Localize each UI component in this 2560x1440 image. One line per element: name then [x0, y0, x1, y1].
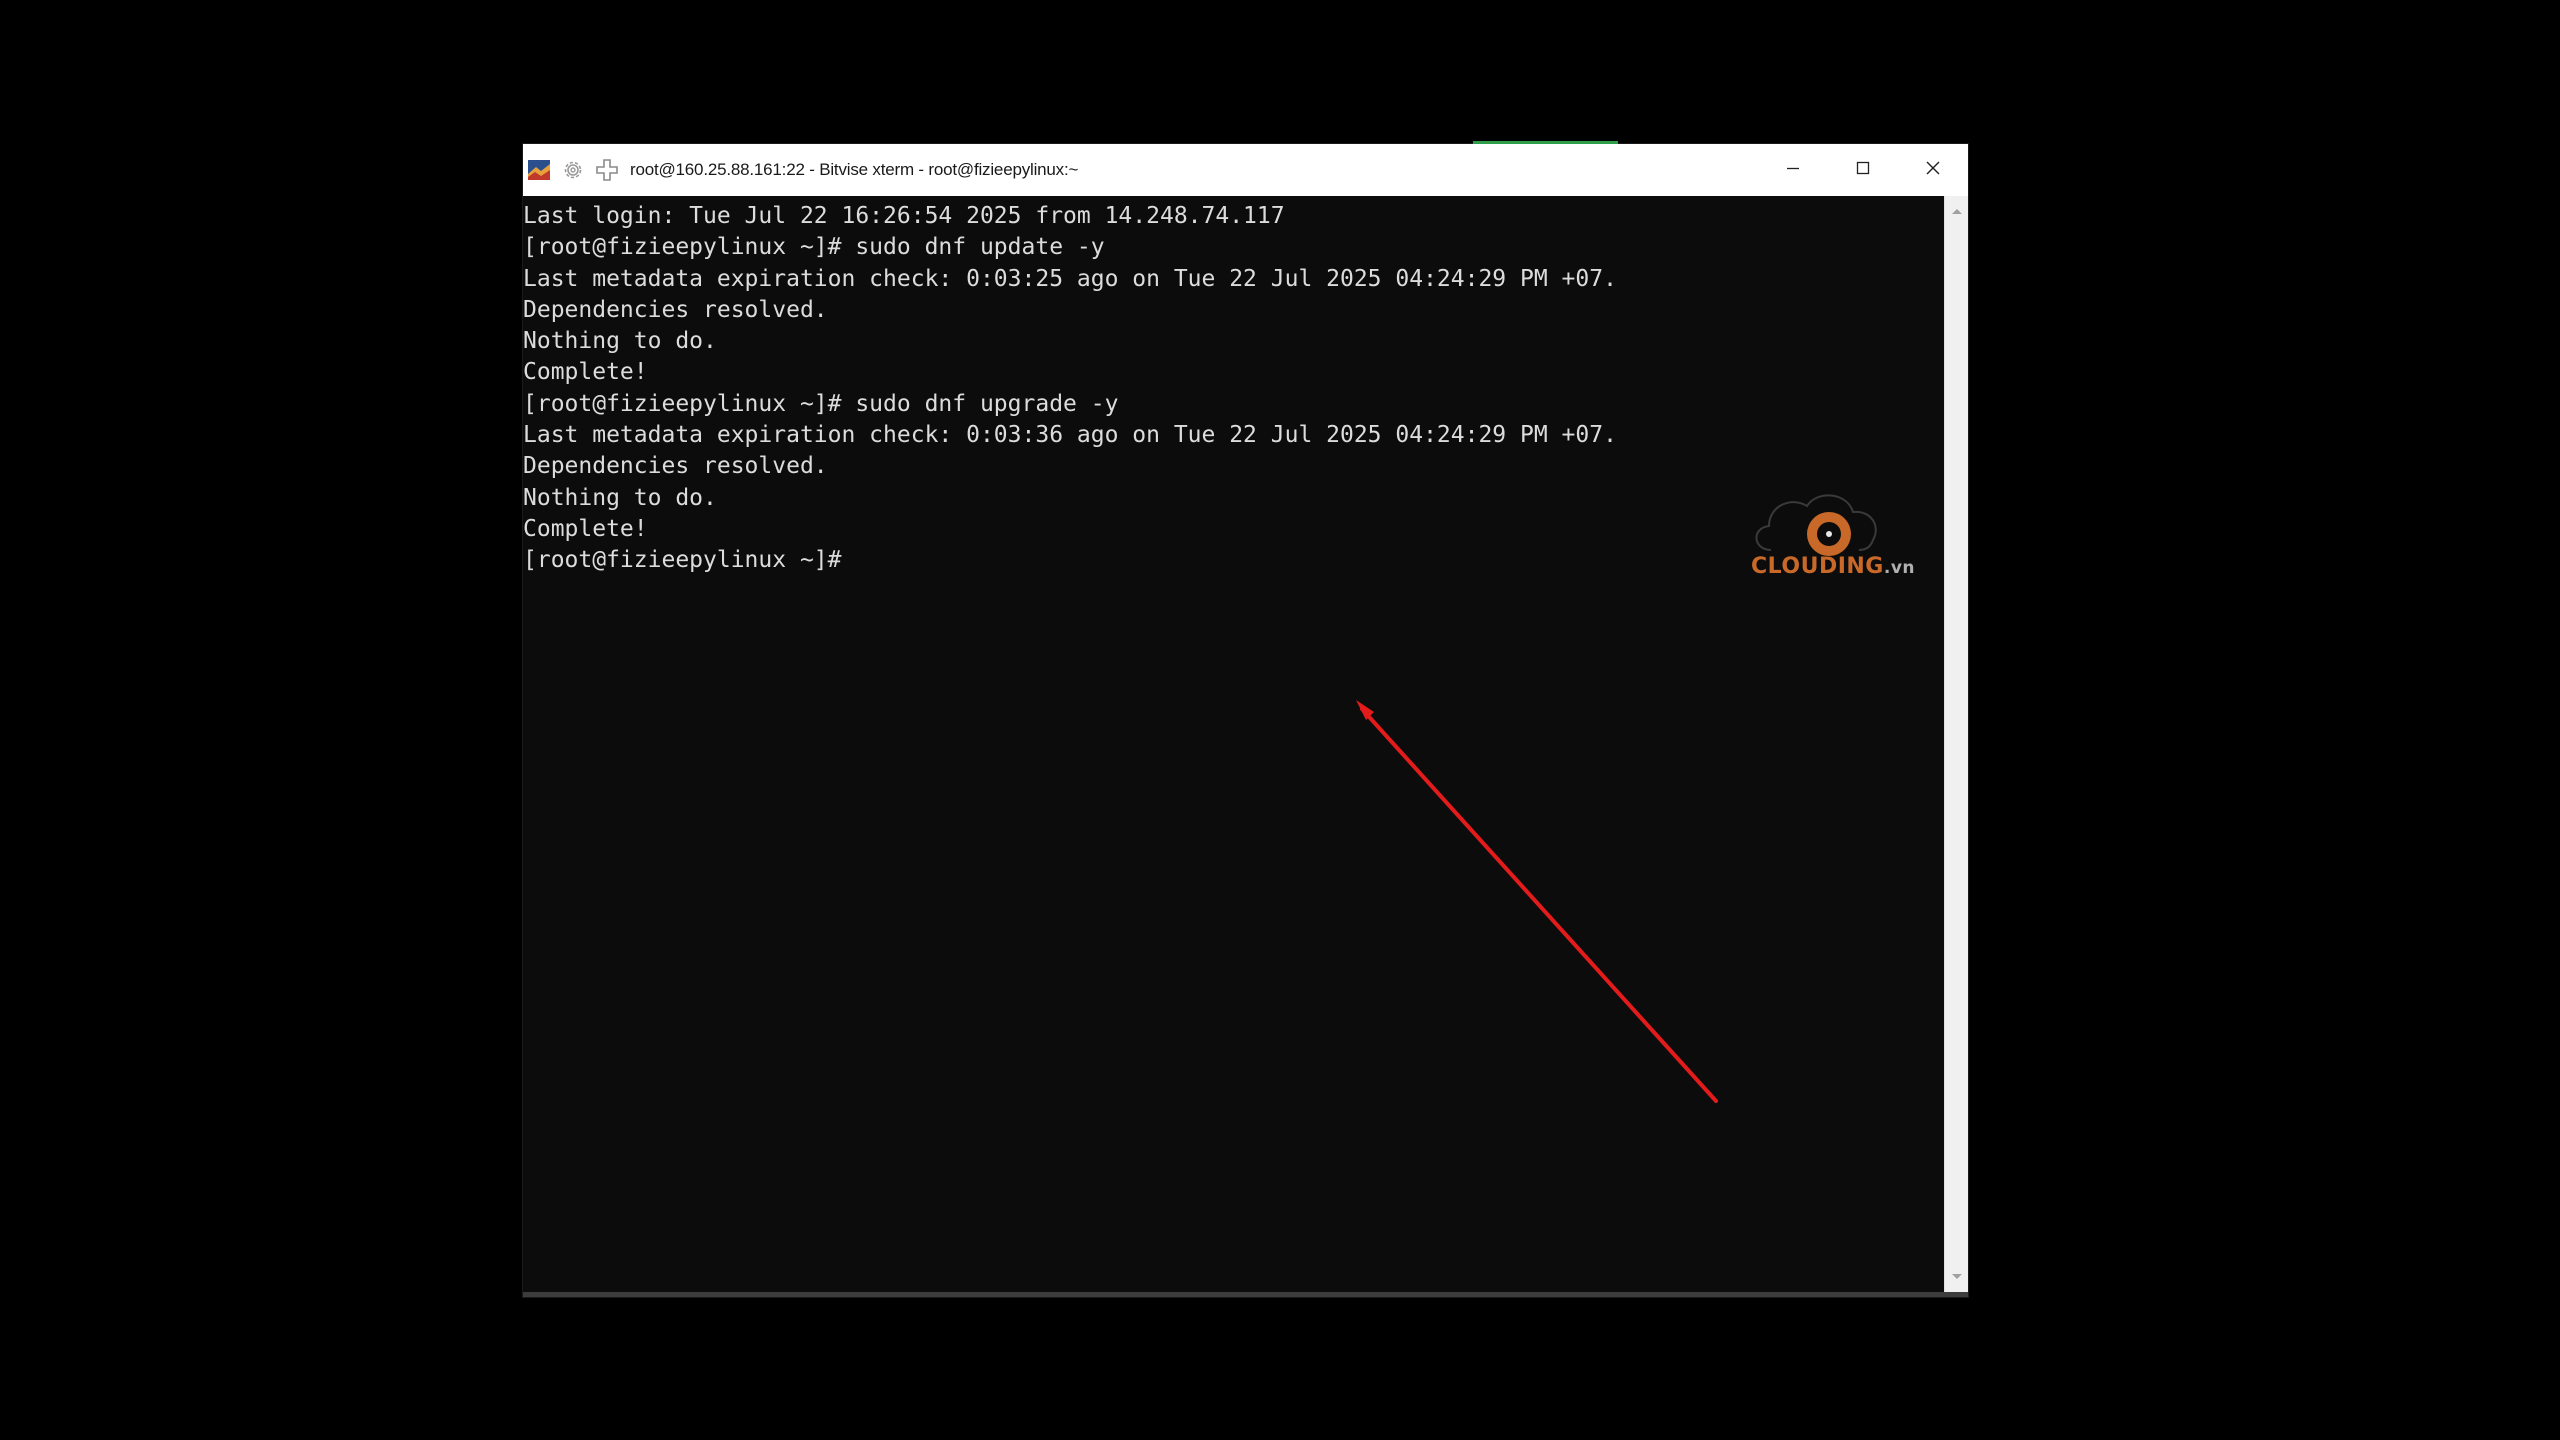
clouding-watermark: CLOUDING.vn	[1723, 482, 1923, 592]
close-icon	[1926, 161, 1940, 175]
terminal-line: Complete!	[523, 515, 648, 542]
maximize-icon	[1856, 161, 1870, 175]
scroll-down-button[interactable]	[1945, 1266, 1968, 1288]
terminal-line: Dependencies resolved.	[523, 296, 828, 323]
maximize-button[interactable]	[1828, 148, 1898, 188]
terminal-window: root@160.25.88.161:22 - Bitvise xterm - …	[523, 141, 1968, 1297]
window-bottom-edge	[523, 1292, 1968, 1297]
scroll-up-icon	[1951, 209, 1962, 214]
terminal-line: Last login: Tue Jul 22 16:26:54 2025 fro…	[523, 203, 1285, 229]
terminal-line: Dependencies resolved.	[523, 453, 828, 480]
terminal-line: Last metadata expiration check: 0:03:36 …	[523, 422, 1617, 449]
scroll-up-button[interactable]	[1945, 200, 1968, 222]
window-title: root@160.25.88.161:22 - Bitvise xterm - …	[630, 160, 1079, 179]
gear-icon[interactable]	[560, 157, 586, 183]
vertical-scrollbar[interactable]	[1944, 196, 1968, 1292]
logo-tld: .vn	[1883, 558, 1916, 578]
terminal-line: Last metadata expiration check: 0:03:25 …	[523, 265, 1617, 292]
terminal-line: Complete!	[523, 359, 648, 386]
bitvise-app-icon[interactable]	[526, 157, 552, 183]
terminal-line: Nothing to do.	[523, 328, 717, 355]
terminal-output[interactable]: Last login: Tue Jul 22 16:26:54 2025 fro…	[523, 196, 1944, 1292]
minimize-button[interactable]	[1758, 148, 1828, 188]
terminal-lines: Last login: Tue Jul 22 16:26:54 2025 fro…	[523, 201, 1617, 577]
minimize-icon	[1787, 167, 1799, 170]
close-button[interactable]	[1898, 148, 1968, 188]
move-icon[interactable]	[594, 157, 620, 183]
terminal-line: Nothing to do.	[523, 484, 717, 511]
terminal-line: [root@fizieepylinux ~]# sudo dnf update …	[523, 234, 1105, 261]
terminal-line: [root@fizieepylinux ~]#	[523, 547, 842, 574]
cloud-logo-icon	[1755, 494, 1877, 556]
scroll-down-icon	[1951, 1274, 1962, 1279]
title-bar[interactable]: root@160.25.88.161:22 - Bitvise xterm - …	[523, 144, 1968, 196]
window-controls	[1758, 144, 1968, 196]
logo-brand: CLOUDING	[1751, 554, 1884, 579]
terminal-line: [root@fizieepylinux ~]# sudo dnf upgrade…	[523, 390, 1119, 417]
clouding-logo-text: CLOUDING.vn	[1751, 554, 1915, 579]
